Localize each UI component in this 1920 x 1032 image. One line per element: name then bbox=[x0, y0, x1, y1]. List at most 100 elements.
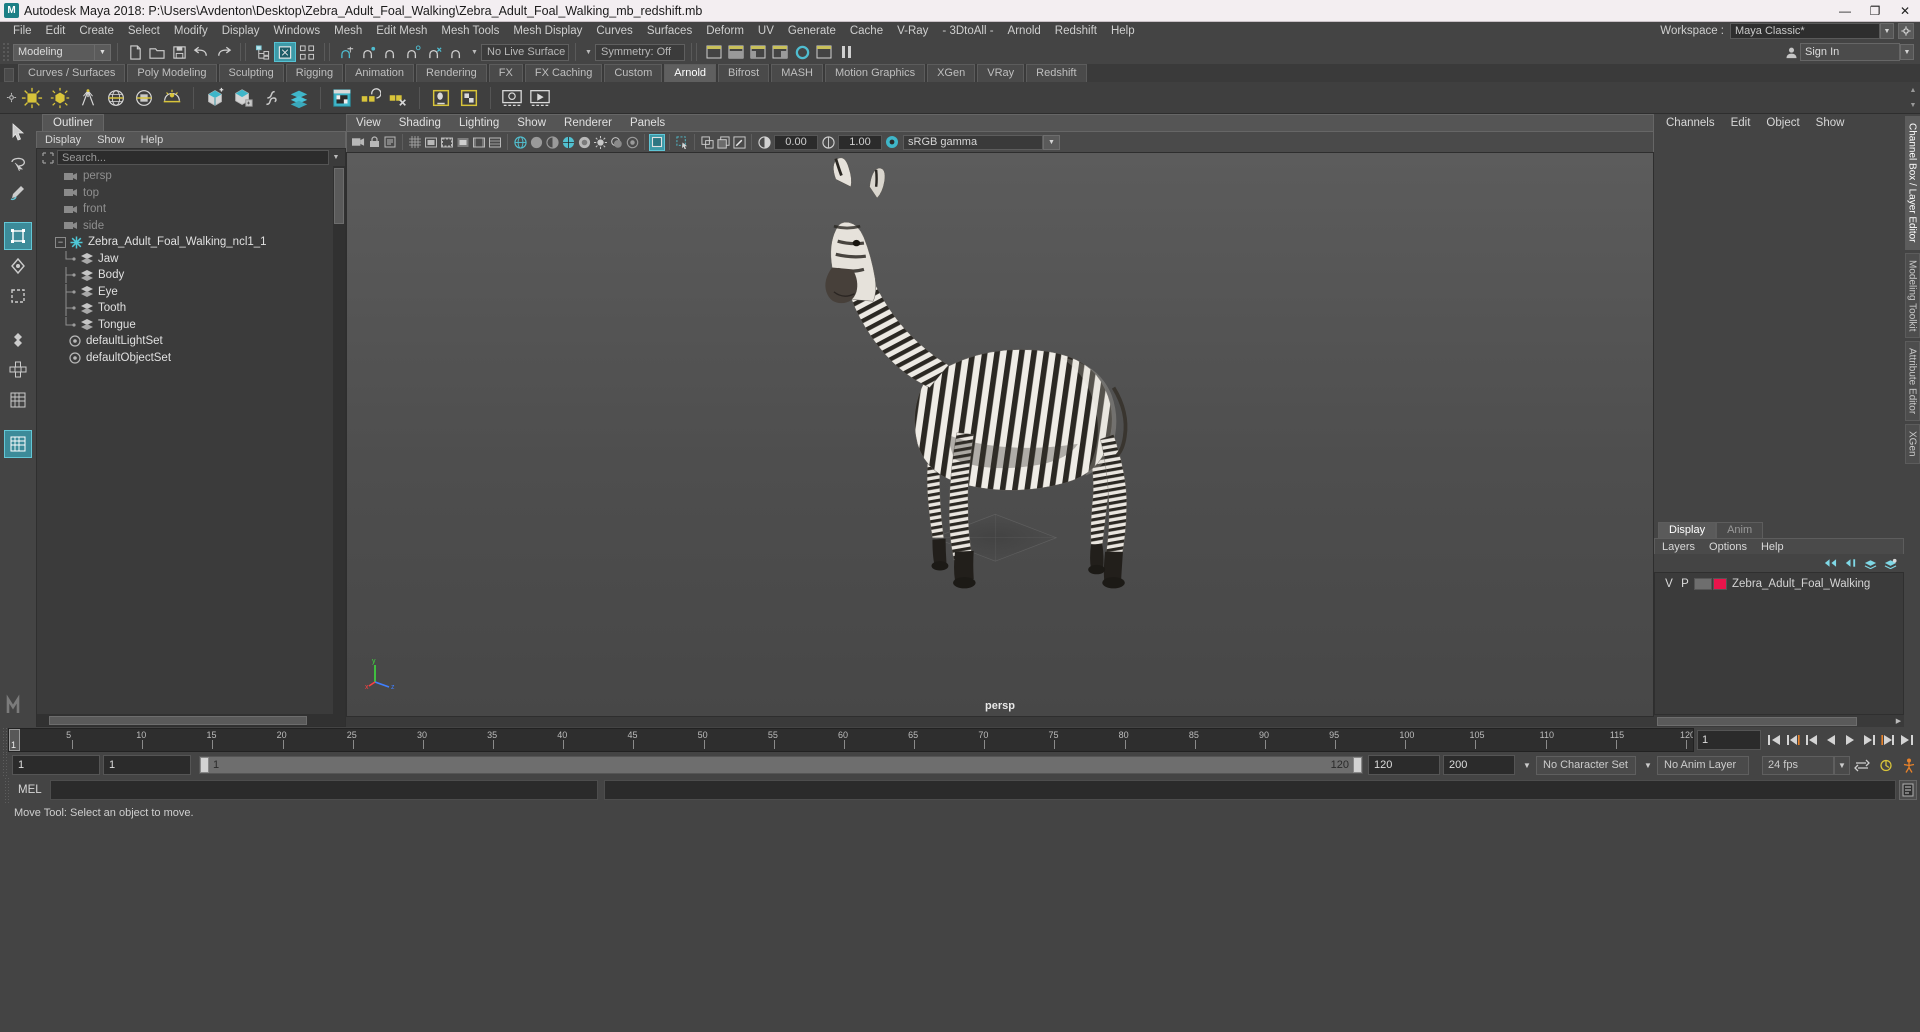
channelbox-menu-channels[interactable]: Channels bbox=[1658, 117, 1723, 129]
snap-to-projected-center-icon[interactable] bbox=[402, 42, 424, 62]
menu-create[interactable]: Create bbox=[72, 22, 121, 40]
arnold-curve-collector-icon[interactable] bbox=[257, 84, 285, 112]
shelf-tab-fx-caching[interactable]: FX Caching bbox=[524, 64, 603, 82]
smooth-shade-selected-icon[interactable] bbox=[544, 134, 560, 151]
vtab-channel-box-layer-editor[interactable]: Channel Box / Layer Editor bbox=[1904, 116, 1920, 250]
channel-box-toggle-icon[interactable] bbox=[769, 42, 791, 62]
character-figure-icon[interactable] bbox=[1898, 758, 1920, 773]
play-forwards-icon[interactable] bbox=[1840, 730, 1859, 750]
arnold-tx-manager-icon[interactable] bbox=[455, 84, 483, 112]
render-view-icon[interactable] bbox=[813, 42, 835, 62]
outliner-item-default-object-set[interactable]: defaultObjectSet bbox=[37, 350, 345, 367]
time-slider-playhead[interactable]: 1 bbox=[9, 729, 20, 751]
vtab-attribute-editor[interactable]: Attribute Editor bbox=[1904, 341, 1920, 422]
layers-menu-options[interactable]: Options bbox=[1702, 541, 1754, 553]
show-hide-editors-icon[interactable] bbox=[703, 42, 725, 62]
chevron-down-icon[interactable]: ▼ bbox=[468, 44, 481, 61]
menu-arnold[interactable]: Arnold bbox=[1001, 22, 1048, 40]
arnold-standin-create-icon[interactable] bbox=[201, 84, 229, 112]
menu-help[interactable]: Help bbox=[1104, 22, 1142, 40]
viewport-menu-lighting[interactable]: Lighting bbox=[450, 117, 508, 129]
wireframe-on-shaded-icon[interactable] bbox=[560, 134, 576, 151]
arnold-mesh-light-icon[interactable] bbox=[130, 84, 158, 112]
channelbox-menu-edit[interactable]: Edit bbox=[1723, 117, 1759, 129]
shelf-tab-mash[interactable]: MASH bbox=[771, 64, 823, 82]
menu-cache[interactable]: Cache bbox=[843, 22, 890, 40]
menu-edit[interactable]: Edit bbox=[39, 22, 73, 40]
script-editor-icon[interactable] bbox=[1899, 780, 1917, 800]
user-account-icon[interactable] bbox=[1782, 43, 1800, 61]
resolution-gate-icon[interactable] bbox=[439, 134, 455, 151]
color-space-select[interactable]: sRGB gamma bbox=[903, 134, 1043, 150]
layer-name[interactable]: Zebra_Adult_Foal_Walking bbox=[1732, 578, 1870, 590]
outliner-item-jaw[interactable]: Jaw bbox=[37, 250, 345, 268]
collapse-expander-icon[interactable]: − bbox=[55, 236, 66, 248]
playback-range-bar[interactable]: 1 120 bbox=[199, 756, 1363, 774]
current-frame-field[interactable]: 1 bbox=[1697, 730, 1761, 750]
texture-toggle-icon[interactable] bbox=[576, 134, 592, 151]
menu-surfaces[interactable]: Surfaces bbox=[640, 22, 699, 40]
maximize-button[interactable]: ❐ bbox=[1860, 0, 1890, 22]
channel-box-body[interactable] bbox=[1654, 132, 1904, 522]
time-slider[interactable]: 1 5 10 15 20 25 30 35 40 45 50 55 60 65 70 75 80 85 90 95 1… bbox=[8, 728, 1694, 752]
outliner-item-top[interactable]: top bbox=[37, 185, 345, 202]
last-tool-button[interactable] bbox=[4, 326, 32, 354]
arnold-standin-export-icon[interactable] bbox=[229, 84, 257, 112]
snap-to-grid-icon[interactable] bbox=[336, 42, 358, 62]
arnold-skydome-light-icon[interactable] bbox=[102, 84, 130, 112]
channelbox-menu-show[interactable]: Show bbox=[1808, 117, 1853, 129]
arnold-volume-icon[interactable] bbox=[285, 84, 313, 112]
scale-tool-button[interactable] bbox=[4, 282, 32, 310]
channelbox-menu-object[interactable]: Object bbox=[1758, 117, 1807, 129]
workspace-value[interactable]: Maya Classic* bbox=[1730, 23, 1880, 39]
exposure-icon[interactable] bbox=[756, 134, 772, 151]
arnold-batch-render-icon[interactable] bbox=[526, 84, 554, 112]
menuset-mode-select[interactable]: Modeling bbox=[13, 43, 95, 61]
layer-first-icon[interactable] bbox=[1822, 556, 1838, 571]
shelf-tab-sculpting[interactable]: Sculpting bbox=[218, 64, 284, 82]
search-icon[interactable] bbox=[39, 150, 57, 165]
open-scene-icon[interactable] bbox=[146, 42, 168, 62]
outliner-menu-help[interactable]: Help bbox=[133, 134, 172, 146]
vtab-modeling-toolkit[interactable]: Modeling Toolkit bbox=[1904, 252, 1920, 339]
chevron-down-icon[interactable]: ▼ bbox=[329, 150, 343, 165]
menu-edit-mesh[interactable]: Edit Mesh bbox=[369, 22, 434, 40]
menu-vray[interactable]: V-Ray bbox=[890, 22, 935, 40]
render-region-icon[interactable] bbox=[699, 134, 715, 151]
range-end-field[interactable]: 120 bbox=[1368, 755, 1440, 775]
tab-anim-layers[interactable]: Anim bbox=[1716, 522, 1764, 538]
snap-to-curve-icon[interactable] bbox=[358, 42, 380, 62]
lock-camera-icon[interactable] bbox=[366, 134, 382, 151]
shadows-icon[interactable] bbox=[608, 134, 624, 151]
chevron-down-icon[interactable]: ▼ bbox=[1043, 134, 1060, 150]
layers-menu-layers[interactable]: Layers bbox=[1655, 541, 1702, 553]
arnold-clear-cache-icon[interactable] bbox=[384, 84, 412, 112]
layer-new-icon[interactable] bbox=[1862, 556, 1878, 571]
close-button[interactable]: ✕ bbox=[1890, 0, 1920, 22]
arnold-distant-light-icon[interactable] bbox=[74, 84, 102, 112]
command-line-grip[interactable] bbox=[4, 777, 10, 803]
show-manipulator-tool-button[interactable] bbox=[4, 356, 32, 384]
gamma-icon[interactable] bbox=[820, 134, 836, 151]
snap-to-point-icon[interactable] bbox=[380, 42, 402, 62]
outliner-vertical-scrollbar[interactable] bbox=[333, 166, 345, 714]
arnold-area-light-icon[interactable] bbox=[18, 84, 46, 112]
step-forward-frame-icon[interactable] bbox=[1859, 730, 1878, 750]
workspace-settings-icon[interactable] bbox=[1898, 23, 1914, 39]
outliner-search-input[interactable]: Search... bbox=[57, 150, 329, 165]
scrollbar-thumb[interactable] bbox=[334, 168, 344, 224]
menu-uv[interactable]: UV bbox=[751, 22, 781, 40]
step-back-key-icon[interactable] bbox=[1783, 730, 1802, 750]
redo-icon[interactable] bbox=[212, 42, 234, 62]
symmetry-field[interactable]: Symmetry: Off bbox=[595, 43, 685, 61]
chevron-down-icon[interactable]: ▼ bbox=[1639, 761, 1657, 770]
arnold-light-manager-icon[interactable] bbox=[427, 84, 455, 112]
viewport-canvas[interactable]: y z x persp bbox=[346, 152, 1654, 717]
arnold-flush-cache-icon[interactable] bbox=[356, 84, 384, 112]
viewport-menu-renderer[interactable]: Renderer bbox=[555, 117, 621, 129]
outliner-tree[interactable]: persp top front side − Zebra_Adult_Foal_… bbox=[37, 166, 345, 714]
layer-color-swatch[interactable] bbox=[1713, 578, 1727, 590]
menu-select[interactable]: Select bbox=[121, 22, 167, 40]
go-to-start-icon[interactable] bbox=[1764, 730, 1783, 750]
shelf-tab-motion-graphics[interactable]: Motion Graphics bbox=[825, 64, 926, 82]
